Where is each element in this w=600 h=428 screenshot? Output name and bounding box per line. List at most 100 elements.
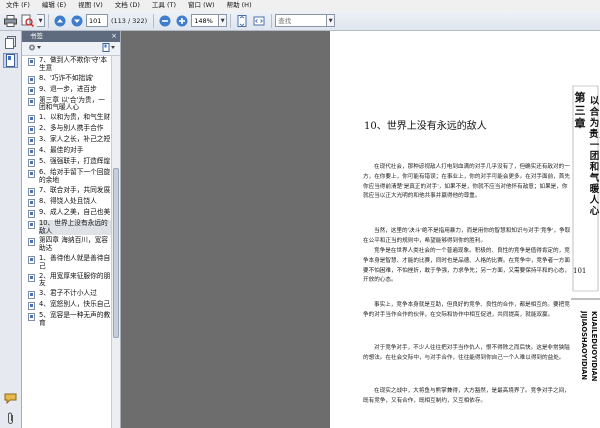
zoom-in-icon[interactable]: [174, 13, 189, 28]
side-chapter-title: 以合为贵，一团和气暖人心: [589, 96, 600, 217]
bookmark-item[interactable]: 2、用宽厚来征服你的朋友: [22, 272, 111, 290]
menu-bar: 文件 (F) 编辑 (E) 视图 (V) 文档 (D) 工具 (T) 窗口 (W…: [0, 0, 600, 11]
bookmark-label: 9、成人之美，自己也美: [39, 207, 111, 216]
paragraph: 当然，这里的'决斗'绝不是指用暴力，而是用你的智慧和知识与对手'竞争'，争取在公…: [363, 228, 571, 244]
bookmark-label: 8、得饶人处且饶人: [39, 196, 97, 205]
bookmarks-scrollbar[interactable]: [111, 56, 120, 428]
attachments-icon[interactable]: [3, 411, 18, 426]
bookmarks-toolbar: [22, 42, 120, 56]
chevron-down-icon[interactable]: ▼: [37, 14, 45, 27]
bookmark-item[interactable]: 3、家人之长，补己之短: [22, 135, 111, 146]
bookmark-item[interactable]: 5、强强联手，打造辉煌: [22, 157, 111, 168]
bookmark-item[interactable]: 5、宽容是一种无声的教育: [22, 311, 111, 329]
bookmark-item[interactable]: 第四章 海纳百川，宽容助达: [22, 236, 111, 254]
bookmark-item[interactable]: 3、君子不计小人过: [22, 289, 111, 300]
page-number: 101: [573, 267, 587, 275]
bookmark-item[interactable]: 4、最佳的对手: [22, 146, 111, 157]
document-page: 10、世界上没有永远的敌人 在现代社会，那种谚视敌人打电到血满的对手几乎没有了，…: [330, 31, 600, 428]
pages-icon[interactable]: [3, 35, 18, 50]
scrollbar-thumb[interactable]: [113, 168, 119, 338]
new-bookmark-icon[interactable]: [102, 43, 116, 54]
bookmark-icon: [28, 97, 35, 106]
bookmark-icon: [28, 255, 35, 264]
bookmark-label: 5、宽容是一种无声的教育: [39, 311, 111, 327]
bookmark-label: 1、善待他人就是善待自己: [39, 253, 111, 270]
bookmark-label: 4、最佳的对手: [39, 146, 84, 155]
print-icon[interactable]: [3, 13, 18, 28]
bookmark-icon: [28, 58, 35, 66]
prev-page-icon[interactable]: [52, 13, 67, 28]
zoom-dropdown-icon[interactable]: ▼: [219, 14, 228, 27]
search-dropdown-icon[interactable]: ▼: [327, 14, 336, 27]
pinyin-line-1: JIJIAOSHAOYIDIAN: [580, 311, 588, 380]
search-input[interactable]: [275, 14, 328, 27]
document-viewport[interactable]: 10、世界上没有永远的敌人 在现代社会，那种谚视敌人打电到血满的对手几乎没有了，…: [121, 31, 600, 428]
paragraph: 事实上，竞争本身就是互助，但良好的竞争、良性的合作，都是相互的。要把竞争的对手当…: [363, 302, 570, 318]
bookmark-item[interactable]: 4、宽怒别人，快乐自己: [22, 300, 111, 311]
bookmark-item[interactable]: 9、退一步，进百步: [22, 85, 111, 96]
page-number-input[interactable]: [86, 14, 108, 27]
bookmark-label: 6、给对手留下一个回旋的余地: [39, 168, 111, 184]
bookmark-icon: [28, 137, 35, 146]
bookmark-label: 7、做到人不欺你'守'本生意: [39, 56, 108, 72]
bookmark-label: 1、以和为贵，和气生财: [39, 113, 111, 122]
side-chapter-label: 第三章: [574, 91, 586, 130]
close-icon[interactable]: ×: [111, 31, 117, 42]
bookmark-icon: [28, 159, 35, 168]
bookmark-item[interactable]: 1、善待他人就是善待自己: [22, 254, 111, 272]
bookmark-item[interactable]: 8、得饶人处且饶人: [22, 197, 111, 208]
bookmark-item[interactable]: 第三章 以'合'为贵，一团和气暖人心: [22, 96, 111, 114]
bookmark-item[interactable]: 9、成人之美，自己也美: [22, 208, 111, 219]
pinyin-line-2: KUAILEDUOYIDIAN: [590, 311, 598, 382]
bookmark-icon: [28, 187, 35, 196]
bookmark-item[interactable]: 1、以和为贵，和气生财: [22, 113, 111, 124]
menu-file[interactable]: 文件 (F): [0, 0, 36, 11]
page-title: 10、世界上没有永远的敌人: [364, 121, 487, 132]
bookmark-icon: [28, 291, 35, 300]
bookmark-icon: [28, 126, 35, 135]
zoom-out-icon[interactable]: [157, 13, 172, 28]
bookmark-item[interactable]: 2、多与别人携手合作: [22, 124, 111, 135]
paragraph: 竞争是在世界人类社会的一个普遍现象。积极的、良性的竞争是值得肯定的，竞争本身是智…: [363, 248, 570, 284]
fit-width-icon[interactable]: [251, 13, 266, 28]
bookmark-label: 4、宽怒别人，快乐自己: [39, 300, 111, 309]
fit-page-icon[interactable]: [234, 13, 249, 28]
bookmarks-icon[interactable]: [3, 53, 18, 68]
bookmark-item[interactable]: 6、给对手留下一个回旋的余地: [22, 168, 111, 186]
bookmark-icon: [28, 148, 35, 157]
options-icon[interactable]: [28, 43, 42, 54]
bookmark-icon: [28, 198, 35, 207]
menu-window[interactable]: 窗口 (W): [182, 0, 221, 11]
zoom-field[interactable]: [191, 14, 220, 27]
bookmark-label: 第四章 海纳百川，宽容助达: [39, 236, 108, 253]
page-count: (113 / 322): [111, 16, 148, 25]
paragraph: 对于竞争对手，不少人往往把对手当作仇人，恨不得除之而后快。这是非常狭隘的想法。在…: [363, 345, 570, 361]
menu-tools[interactable]: 工具 (T): [146, 0, 182, 11]
bookmark-label: 5、强强联手，打造辉煌: [39, 157, 111, 166]
bookmark-item[interactable]: 7、做到人不欺你'守'本生意: [22, 56, 111, 74]
bookmark-icon: [28, 170, 35, 179]
menu-help[interactable]: 帮助 (H): [221, 0, 258, 11]
search-document-icon[interactable]: [20, 13, 35, 28]
paragraph: 在现代社会，那种谚视敌人打电到血满的对手几乎没有了，但确实还有敌对的一方，在你要…: [363, 164, 570, 200]
bookmark-label: 8、'巧诈不如拙诚': [39, 73, 94, 82]
menu-view[interactable]: 视图 (V): [72, 0, 109, 11]
comments-icon[interactable]: [3, 391, 18, 406]
menu-edit[interactable]: 编辑 (E): [36, 0, 72, 11]
bookmark-label: 7、联合对手，共同发展: [39, 185, 111, 194]
bookmarks-title: 书签: [30, 32, 43, 40]
side-pinyin-text: JIJIAOSHAOYIDIAN KUAILEDUOYIDIAN: [580, 311, 598, 382]
bookmark-item[interactable]: 10、世界上没有永远的敌人: [22, 219, 111, 237]
bookmark-icon: [28, 86, 35, 95]
bookmarks-header: 书签 ×: [22, 31, 120, 42]
bookmark-label: 10、世界上没有永远的敌人: [39, 219, 111, 236]
bookmark-icon: [28, 238, 35, 247]
menu-document[interactable]: 文档 (D): [109, 0, 146, 11]
next-page-icon[interactable]: [69, 13, 84, 28]
bookmark-icon: [28, 220, 35, 229]
bookmark-icon: [28, 75, 35, 84]
bookmark-item[interactable]: 7、联合对手，共同发展: [22, 186, 111, 197]
bookmark-icon: [28, 273, 35, 282]
bookmark-item[interactable]: 8、'巧诈不如拙诚': [22, 74, 111, 85]
bookmark-icon: [28, 209, 35, 218]
